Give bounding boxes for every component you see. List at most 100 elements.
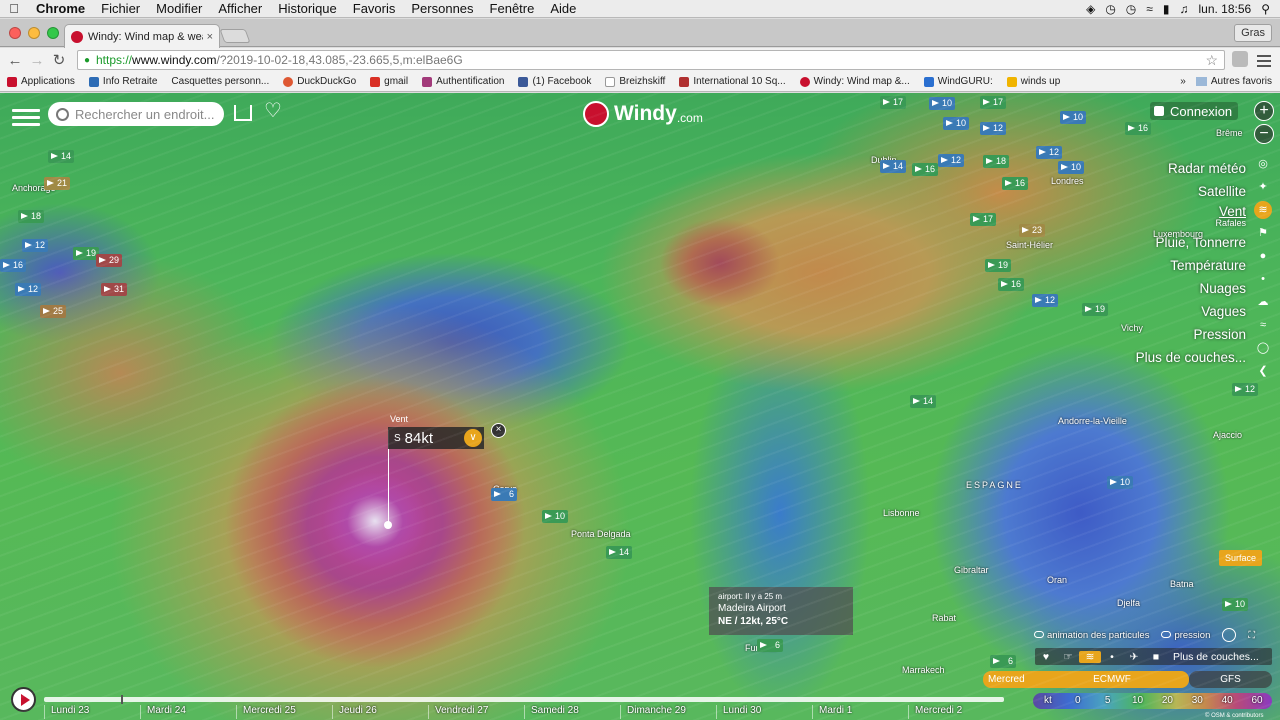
day-label[interactable]: Vendredi 27 (428, 705, 524, 719)
hand-icon[interactable]: ☞ (1057, 651, 1079, 663)
day-label[interactable]: Lundi 23 (44, 705, 140, 719)
wind-speed-badge[interactable]: 16 (998, 278, 1025, 291)
wind-speed-badge[interactable]: 10 (943, 117, 970, 130)
wind-speed-badge[interactable]: 16 (1125, 122, 1152, 135)
wind-speed-badge[interactable]: 31 (101, 283, 128, 296)
surface-level-button[interactable]: Surface (1219, 550, 1263, 566)
wind-icon[interactable]: ≋ (1254, 201, 1272, 219)
wind-speed-badge[interactable]: 10 (1222, 598, 1249, 611)
timeline-track[interactable] (44, 697, 1004, 702)
minimize-window-button[interactable] (28, 27, 40, 39)
day-label[interactable]: Mardi 1 (812, 705, 908, 719)
back-arrow-icon[interactable]: ← (4, 52, 26, 69)
login-button[interactable]: Connexion (1150, 102, 1239, 120)
bookmark-info-retraite[interactable]: Info Retraite (82, 76, 164, 87)
radar-icon[interactable]: ◎ (1254, 155, 1272, 173)
day-label[interactable]: Mercredi 2 (908, 705, 1004, 719)
day-label[interactable]: Jeudi 26 (332, 705, 428, 719)
layer-waves[interactable]: Vagues (1136, 300, 1246, 323)
menubar-clock[interactable]: lun. 18:56 (1198, 2, 1251, 16)
menu-modifier[interactable]: Modifier (148, 1, 210, 16)
close-tab-icon[interactable]: × (207, 31, 213, 43)
chevron-more-icon[interactable]: » (1180, 76, 1186, 87)
wind-speed-badge[interactable]: 10 (1107, 476, 1134, 489)
cloud-icon[interactable]: ☁ (1254, 293, 1272, 311)
menu-fenetre[interactable]: Fenêtre (482, 1, 543, 16)
wind-speed-badge[interactable]: 14 (48, 150, 75, 163)
layer-satellite[interactable]: Satellite (1136, 180, 1246, 203)
favorite-heart-icon[interactable]: ♡ (264, 101, 282, 121)
pressure-icon[interactable]: ◯ (1254, 339, 1272, 357)
bookmark-winds-up[interactable]: winds up (1000, 76, 1067, 87)
airport-popup[interactable]: airport: Il y a 25 m Madeira Airport NE … (709, 587, 853, 635)
volume-icon[interactable]: ♫ (1179, 2, 1188, 16)
apple-icon[interactable]:  (0, 1, 28, 16)
gusts-icon[interactable]: ⚑ (1254, 224, 1272, 242)
wind-speed-badge[interactable]: 12 (1232, 383, 1259, 396)
bookmark-windy[interactable]: Windy: Wind map &... (793, 76, 917, 87)
new-tab-button[interactable] (219, 29, 251, 43)
wind-speed-badge[interactable]: 17 (880, 96, 907, 109)
bookmark-breizhskiff[interactable]: Breizhskiff (598, 76, 672, 87)
wind-speed-badge[interactable]: 16 (912, 163, 939, 176)
wind-speed-badge[interactable]: 17 (970, 213, 997, 226)
more-layers-link[interactable]: Plus de couches... (1173, 651, 1259, 663)
day-label[interactable]: Mercredi 25 (236, 705, 332, 719)
wind-speed-badge[interactable]: 10 (1060, 111, 1087, 124)
day-label[interactable]: Mardi 24 (140, 705, 236, 719)
timeline-handle[interactable] (121, 695, 123, 704)
wind-icon[interactable]: ≋ (1079, 650, 1101, 663)
wind-speed-badge[interactable]: 12 (1036, 146, 1063, 159)
profile-button[interactable]: Gras (1234, 24, 1272, 42)
wind-picker[interactable]: S 84kt ∨ (388, 427, 484, 449)
clock-icon[interactable]: ◷ (1126, 2, 1136, 16)
day-label[interactable]: Lundi 30 (716, 705, 812, 719)
wind-map[interactable]: Rechercher un endroit... ♡ Windy .com Co… (0, 93, 1280, 720)
wind-speed-badge[interactable]: 29 (96, 254, 123, 267)
zoom-out-button[interactable]: − (1254, 124, 1274, 144)
layer-clouds[interactable]: Nuages (1136, 277, 1246, 300)
wind-speed-badge[interactable]: 21 (44, 177, 71, 190)
search-box[interactable]: Rechercher un endroit... (48, 102, 224, 126)
layer-wind[interactable]: Vent (1136, 203, 1246, 219)
wind-speed-badge[interactable]: 12 (938, 154, 965, 167)
layer-radar[interactable]: Radar météo (1136, 157, 1246, 180)
close-icon[interactable]: × (491, 423, 506, 438)
wind-speed-badge[interactable]: 10 (929, 97, 956, 110)
forward-arrow-icon[interactable]: → (26, 52, 48, 69)
bookmark-facebook[interactable]: (1) Facebook (511, 76, 598, 87)
wind-speed-badge[interactable]: 12 (22, 239, 49, 252)
wind-speed-badge[interactable]: 12 (980, 122, 1007, 135)
wind-speed-badge[interactable]: 14 (606, 546, 633, 559)
bookmark-star-icon[interactable]: ☆ (1205, 52, 1218, 69)
hamburger-menu-icon[interactable] (12, 105, 40, 130)
spotlight-icon[interactable]: ⚲ (1261, 2, 1270, 16)
wind-speed-badge[interactable]: 18 (983, 155, 1010, 168)
pressure-toggle[interactable]: pression (1161, 630, 1210, 641)
particles-toggle[interactable]: animation des particules (1034, 630, 1149, 641)
bookmark-casquettes[interactable]: Casquettes personn... (164, 76, 276, 87)
close-window-button[interactable] (9, 27, 21, 39)
menu-aide[interactable]: Aide (542, 1, 584, 16)
clock-icon[interactable] (1222, 628, 1237, 642)
picker-dot[interactable] (384, 521, 392, 529)
bookmark-applications[interactable]: Applications (0, 76, 82, 87)
chrome-menu-icon[interactable] (1257, 52, 1271, 70)
bookmark-international[interactable]: International 10 Sq... (672, 76, 792, 87)
battery-icon[interactable]: ▮ (1163, 2, 1170, 16)
menu-historique[interactable]: Historique (270, 1, 345, 16)
menu-favoris[interactable]: Favoris (345, 1, 404, 16)
wind-speed-badge[interactable]: 10 (542, 510, 569, 523)
extension-icon[interactable] (1232, 51, 1248, 67)
wind-speed-badge[interactable]: 6 (990, 655, 1016, 668)
zoom-window-button[interactable] (47, 27, 59, 39)
browser-tab[interactable]: Windy: Wind map & weathe × (64, 24, 220, 48)
evernote-icon[interactable]: ◈ (1086, 2, 1095, 16)
chevron-left-icon[interactable]: ❮ (1254, 362, 1272, 380)
thermometer-icon[interactable]: • (1254, 270, 1272, 288)
wind-speed-badge[interactable]: 19 (1082, 303, 1109, 316)
menu-afficher[interactable]: Afficher (210, 1, 270, 16)
chevron-down-icon[interactable]: ∨ (464, 429, 482, 447)
wind-speed-badge[interactable]: 6 (757, 639, 783, 652)
time-machine-icon[interactable]: ◷ (1105, 2, 1115, 16)
